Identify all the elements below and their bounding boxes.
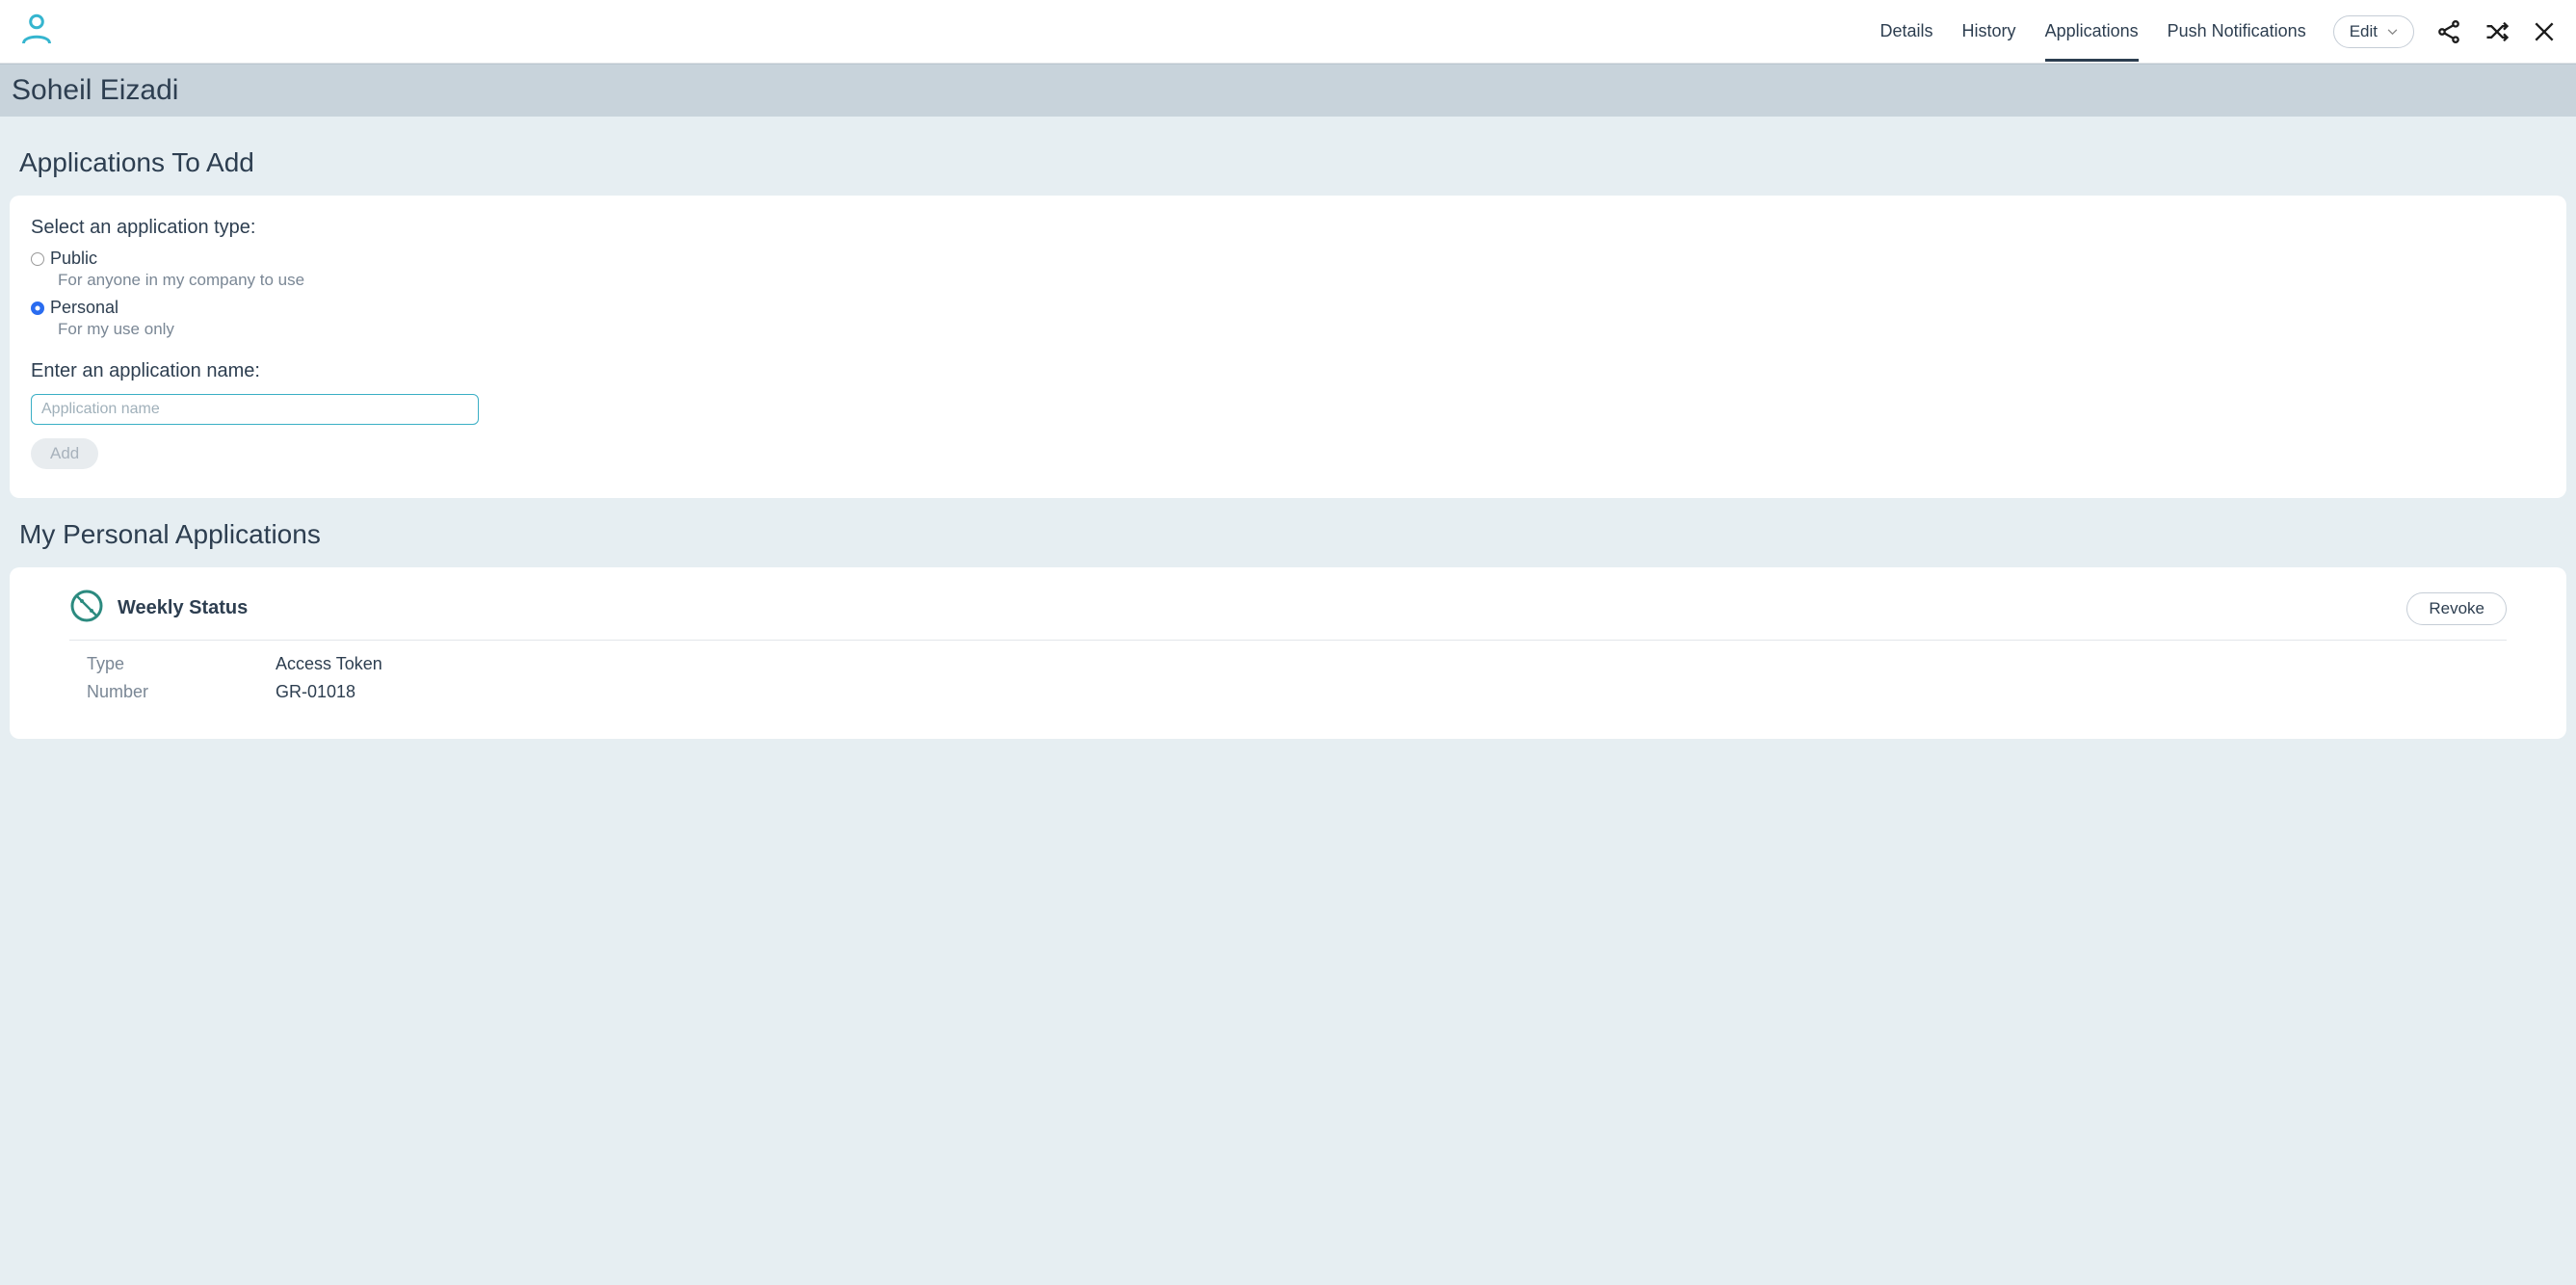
edit-button[interactable]: Edit xyxy=(2333,15,2414,48)
tab-applications[interactable]: Applications xyxy=(2045,2,2139,62)
top-bar: Details History Applications Push Notifi… xyxy=(0,0,2576,64)
radio-label: Public xyxy=(50,249,304,269)
radio-personal[interactable]: Personal For my use only xyxy=(31,298,2545,339)
field-value: GR-01018 xyxy=(276,682,355,702)
tab-push-notifications[interactable]: Push Notifications xyxy=(2168,2,2306,62)
close-icon[interactable] xyxy=(2532,19,2557,44)
name-label: Enter an application name: xyxy=(31,360,2545,382)
radio-public[interactable]: Public For anyone in my company to use xyxy=(31,249,2545,290)
add-panel: Select an application type: Public For a… xyxy=(10,196,2566,498)
personal-panel: Weekly Status Revoke Type Access Token N… xyxy=(10,567,2566,739)
app-name: Weekly Status xyxy=(118,597,248,619)
app-circle-icon xyxy=(69,589,104,628)
radio-description: For anyone in my company to use xyxy=(58,271,304,290)
personal-section-title: My Personal Applications xyxy=(10,498,2566,567)
edit-label: Edit xyxy=(2350,22,2378,41)
add-button[interactable]: Add xyxy=(31,438,98,469)
field-row: Type Access Token xyxy=(87,654,2507,674)
title-bar: Soheil Eizadi xyxy=(0,64,2576,117)
chevron-down-icon xyxy=(2387,25,2398,39)
page-title: Soheil Eizadi xyxy=(12,74,2564,107)
radio-icon xyxy=(31,252,44,266)
field-row: Number GR-01018 xyxy=(87,682,2507,702)
application-name-input[interactable] xyxy=(31,394,479,425)
tab-history[interactable]: History xyxy=(1962,2,2016,62)
radio-description: For my use only xyxy=(58,320,174,339)
share-icon[interactable] xyxy=(2435,18,2462,45)
radio-icon xyxy=(31,302,44,315)
type-label: Select an application type: xyxy=(31,217,2545,239)
add-section-title: Applications To Add xyxy=(10,126,2566,196)
revoke-button[interactable]: Revoke xyxy=(2406,592,2507,625)
field-key: Number xyxy=(87,682,276,702)
field-value: Access Token xyxy=(276,654,382,674)
user-icon xyxy=(19,12,54,51)
nav-tabs: Details History Applications Push Notifi… xyxy=(1880,2,2306,62)
tab-details[interactable]: Details xyxy=(1880,2,1933,62)
radio-label: Personal xyxy=(50,298,174,318)
field-key: Type xyxy=(87,654,276,674)
shuffle-icon[interactable] xyxy=(2484,18,2510,45)
